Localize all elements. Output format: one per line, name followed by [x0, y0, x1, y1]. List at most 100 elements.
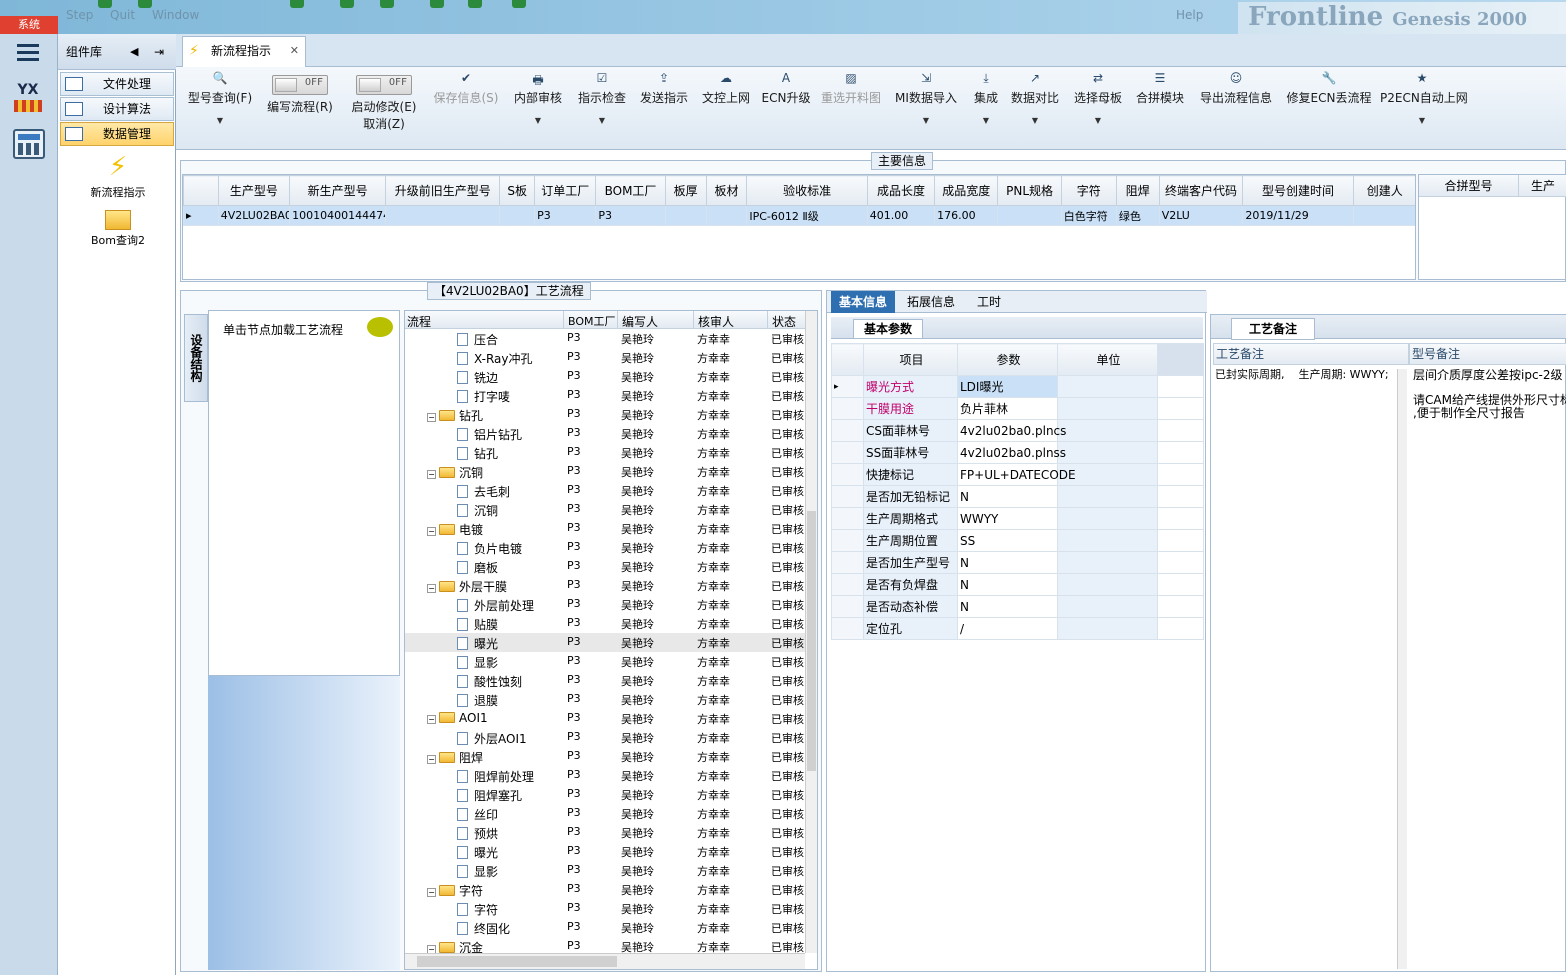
cell-value[interactable]: WWYY — [957, 507, 1058, 530]
cell-reviewer[interactable]: 方幸幸 — [697, 502, 767, 518]
factory-icon[interactable]: YX — [10, 82, 46, 116]
cell-writer[interactable]: 吴艳玲 — [621, 635, 691, 651]
cell-reviewer[interactable]: 方幸幸 — [697, 730, 767, 746]
col-header[interactable]: 工艺备注 — [1213, 343, 1409, 365]
cell-writer[interactable]: 吴艳玲 — [621, 388, 691, 404]
tree-row[interactable]: 显影 P3 吴艳玲 方幸幸 已审核 — [405, 861, 805, 880]
cell-reviewer[interactable]: 方幸幸 — [697, 578, 767, 594]
param-row[interactable]: 快捷标记 FP+UL+DATECODE — [831, 463, 1204, 486]
tree-node[interactable]: − 电镀 — [427, 521, 483, 538]
cell-reviewer[interactable]: 方幸幸 — [697, 559, 767, 575]
cell-status[interactable]: 已审核 — [771, 787, 805, 803]
cell-writer[interactable]: 吴艳玲 — [621, 540, 691, 556]
col-header[interactable]: BOM工厂 — [563, 311, 616, 329]
cell-writer[interactable]: 吴艳玲 — [621, 768, 691, 784]
cell-status[interactable]: 已审核 — [771, 540, 805, 556]
cell-reviewer[interactable]: 方幸幸 — [697, 863, 767, 879]
tree-row[interactable]: 曝光 P3 吴艳玲 方幸幸 已审核 — [405, 633, 805, 652]
col-header[interactable]: 终端客户代码 — [1158, 175, 1244, 206]
collapse-icon[interactable]: − — [427, 584, 436, 593]
tree-node[interactable]: 外层AOI1 — [457, 730, 527, 747]
doc-control-online-button[interactable]: ☁ 文控上网 — [696, 67, 756, 147]
cell-bom[interactable]: P3 — [567, 806, 613, 819]
cell-writer[interactable]: 吴艳玲 — [621, 616, 691, 632]
cell-status[interactable]: 已审核 — [771, 920, 805, 936]
cell-writer[interactable]: 吴艳玲 — [621, 920, 691, 936]
collapse-icon[interactable]: − — [427, 715, 436, 724]
cell-bom[interactable]: P3 — [567, 540, 613, 553]
vertical-scrollbar[interactable] — [805, 311, 817, 953]
col-header[interactable]: 核审人 — [693, 311, 734, 329]
equipment-tree[interactable]: 单击节点加载工艺流程 — [208, 310, 400, 676]
cell-reviewer[interactable]: 方幸幸 — [697, 350, 767, 366]
tree-row[interactable]: 去毛刺 P3 吴艳玲 方幸幸 已审核 — [405, 481, 805, 500]
cell-bom[interactable]: P3 — [567, 578, 613, 591]
cell-reviewer[interactable]: 方幸幸 — [697, 901, 767, 917]
cell-status[interactable]: 已审核 — [771, 578, 805, 594]
write-process-toggle[interactable]: OFF 编写流程(R) — [260, 67, 340, 147]
cell-reviewer[interactable]: 方幸幸 — [697, 920, 767, 936]
cell-status[interactable]: 已审核 — [771, 749, 805, 765]
cell-writer[interactable]: 吴艳玲 — [621, 673, 691, 689]
cell-status[interactable]: 已审核 — [771, 768, 805, 784]
tree-row[interactable]: 钻孔 P3 吴艳玲 方幸幸 已审核 — [405, 443, 805, 462]
cell-bom[interactable]: P3 — [567, 882, 613, 895]
cell-status[interactable]: 已审核 — [771, 407, 805, 423]
cell-bom[interactable]: P3 — [567, 939, 613, 952]
cell-bom[interactable]: P3 — [567, 521, 613, 534]
cell-status[interactable]: 已审核 — [771, 483, 805, 499]
nav-item-data-management[interactable]: 数据管理 — [60, 122, 174, 146]
cell-writer[interactable]: 吴艳玲 — [621, 369, 691, 385]
cell-bom[interactable]: P3 — [567, 768, 613, 781]
cell-bom[interactable]: P3 — [567, 654, 613, 667]
cell-reviewer[interactable]: 方幸幸 — [697, 388, 767, 404]
cell-bom[interactable]: P3 — [567, 502, 613, 515]
tree-row[interactable]: 预烘 P3 吴艳玲 方幸幸 已审核 — [405, 823, 805, 842]
tree-row[interactable]: 曝光 P3 吴艳玲 方幸幸 已审核 — [405, 842, 805, 861]
toggle-switch[interactable]: OFF — [356, 75, 412, 95]
tree-node[interactable]: 字符 — [457, 901, 498, 918]
collapse-icon[interactable]: − — [427, 945, 436, 953]
tree-row[interactable]: 丝印 P3 吴艳玲 方幸幸 已审核 — [405, 804, 805, 823]
cell-bom[interactable]: P3 — [567, 673, 613, 686]
cell-reviewer[interactable]: 方幸幸 — [697, 806, 767, 822]
cell-reviewer[interactable]: 方幸幸 — [697, 597, 767, 613]
cell-writer[interactable]: 吴艳玲 — [621, 939, 691, 953]
pin-icon[interactable]: ⇥ — [154, 34, 164, 70]
cell-status[interactable]: 已审核 — [771, 464, 805, 480]
tree-node[interactable]: 沉铜 — [457, 502, 498, 519]
tree-node[interactable]: 磨板 — [457, 559, 498, 576]
cell-material[interactable] — [705, 205, 748, 226]
cell-reviewer[interactable]: 方幸幸 — [697, 673, 767, 689]
col-header[interactable]: 状态 — [767, 311, 796, 329]
cell-value[interactable]: N — [957, 485, 1058, 508]
integrate-button[interactable]: ⤓ 集成 ▼ — [966, 67, 1006, 147]
cell-status[interactable]: 已审核 — [771, 844, 805, 860]
cell-bom[interactable]: P3 — [567, 825, 613, 838]
col-header[interactable]: 板厚 — [664, 175, 707, 206]
cell-status[interactable]: 已审核 — [771, 806, 805, 822]
instruction-check-button[interactable]: ☑ 指示检查 ▼ — [572, 67, 632, 147]
collapse-icon[interactable]: − — [427, 413, 436, 422]
cell-writer[interactable]: 吴艳玲 — [621, 882, 691, 898]
param-row[interactable]: 生产周期位置 SS — [831, 529, 1204, 552]
cell-bom[interactable]: P3 — [567, 350, 613, 363]
cell-status[interactable]: 已审核 — [771, 502, 805, 518]
start-modify-toggle[interactable]: OFF 启动修改(E) 取消(Z) — [344, 67, 424, 147]
tree-node[interactable]: 钻孔 — [457, 445, 498, 462]
tree-row[interactable]: − 阻焊 P3 吴艳玲 方幸幸 已审核 — [405, 747, 805, 766]
tree-row[interactable]: 磨板 P3 吴艳玲 方幸幸 已审核 — [405, 557, 805, 576]
tree-row[interactable]: − 外层干膜 P3 吴艳玲 方幸幸 已审核 — [405, 576, 805, 595]
cell-value[interactable]: / — [957, 617, 1058, 640]
cell-writer[interactable]: 吴艳玲 — [621, 749, 691, 765]
tab-basic-info[interactable]: 基本信息 — [831, 291, 895, 313]
tree-node[interactable]: − 沉铜 — [427, 464, 483, 481]
cell-reviewer[interactable]: 方幸幸 — [697, 711, 767, 727]
cell-writer[interactable]: 吴艳玲 — [621, 483, 691, 499]
cell-unit[interactable] — [1057, 441, 1158, 464]
tree-row[interactable]: X-Ray冲孔 P3 吴艳玲 方幸幸 已审核 — [405, 348, 805, 367]
cell-item[interactable]: 定位孔 — [863, 617, 958, 640]
tree-row[interactable]: 沉铜 P3 吴艳玲 方幸幸 已审核 — [405, 500, 805, 519]
cell-item[interactable]: SS面菲林号 — [863, 441, 958, 464]
tree-node[interactable]: 丝印 — [457, 806, 498, 823]
